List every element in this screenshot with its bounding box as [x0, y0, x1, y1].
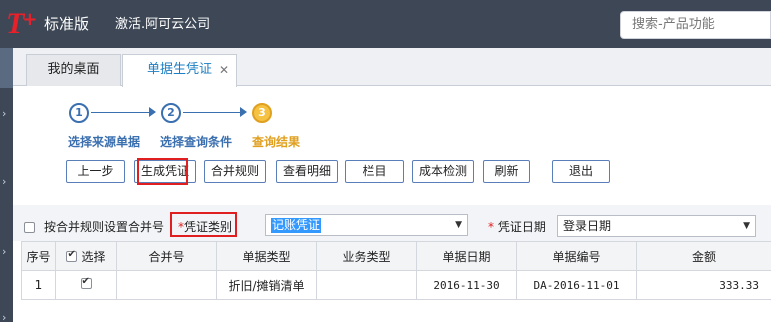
- required-mark: *: [488, 220, 494, 234]
- tab-label: 单据生凭证: [146, 62, 212, 77]
- chevron-down-icon[interactable]: ▼: [743, 219, 750, 233]
- merge-number-label: 按合并规则设置合并号: [44, 220, 165, 234]
- row-doc-no: DA-2016-11-01: [516, 270, 637, 300]
- voucher-type-select[interactable]: 记账凭证 ▼: [265, 214, 468, 236]
- side-nav: › › › ›: [0, 48, 13, 322]
- app-edition: 标准版: [44, 15, 90, 33]
- step-3-circle: 3: [252, 103, 272, 123]
- table-header-row: 序号 选择 合并号 单据类型 业务类型 单据日期 单据编号 金额: [21, 241, 771, 271]
- tab-bar: 我的桌面 单据生凭证 ✕: [13, 48, 771, 87]
- step-2-label: 选择查询条件: [160, 135, 233, 149]
- row-merge-no[interactable]: [116, 270, 217, 300]
- column-header[interactable]: 序号: [21, 241, 56, 271]
- column-header[interactable]: 单据编号: [516, 241, 637, 271]
- app-logo: T +: [0, 8, 37, 40]
- column-header[interactable]: 单据类型: [216, 241, 317, 271]
- cost-check-button[interactable]: 成本检测: [412, 160, 474, 183]
- voucher-type-text: 凭证类别: [184, 220, 233, 234]
- table-row[interactable]: 1 折旧/摊销清单 2016-11-30 DA-2016-11-01 333.3…: [21, 270, 771, 300]
- row-seq: 1: [21, 270, 56, 300]
- select-all-checkbox[interactable]: [66, 249, 78, 262]
- step-1-circle: 1: [69, 103, 89, 123]
- column-header[interactable]: 单据日期: [416, 241, 517, 271]
- voucher-date-label: * 凭证日期: [488, 219, 546, 235]
- tab-desktop[interactable]: 我的桌面: [26, 54, 121, 86]
- voucher-date-text: 凭证日期: [497, 220, 546, 234]
- chevron-right-icon[interactable]: ›: [2, 312, 6, 322]
- side-nav-active-item[interactable]: [0, 48, 13, 88]
- view-detail-button[interactable]: 查看明细: [276, 160, 338, 183]
- voucher-type-label: *凭证类别: [178, 219, 232, 235]
- arrow-right-icon: [240, 107, 247, 117]
- merge-number-checkbox[interactable]: [24, 222, 35, 233]
- voucher-source-table: 序号 选择 合并号 单据类型 业务类型 单据日期 单据编号 金额 1 折旧/摊销…: [21, 241, 771, 300]
- row-select-cell[interactable]: [55, 270, 117, 300]
- prev-step-button[interactable]: 上一步: [66, 160, 125, 183]
- row-doc-type: 折旧/摊销清单: [216, 270, 317, 300]
- column-header[interactable]: 业务类型: [316, 241, 417, 271]
- arrow-right-icon: [149, 107, 156, 117]
- voucher-type-value: 记账凭证: [271, 218, 322, 233]
- row-amount: 333.33: [636, 270, 771, 300]
- row-doc-date: 2016-11-30: [416, 270, 517, 300]
- exit-button[interactable]: 退出: [552, 160, 610, 183]
- step-3-label: 查询结果: [252, 135, 301, 149]
- row-biz-type: [316, 270, 417, 300]
- row-select-checkbox[interactable]: [80, 276, 92, 289]
- voucher-date-value: 登录日期: [563, 219, 612, 233]
- logo-plus-icon: +: [22, 8, 38, 30]
- step-2-circle: 2: [161, 103, 181, 123]
- chevron-down-icon[interactable]: ▼: [455, 218, 462, 232]
- step-connector: [183, 112, 240, 113]
- voucher-date-select[interactable]: 登录日期 ▼: [557, 215, 756, 237]
- chevron-right-icon[interactable]: ›: [2, 108, 6, 120]
- generate-voucher-button[interactable]: 生成凭证: [134, 160, 196, 183]
- column-header-select[interactable]: 选择: [55, 241, 117, 271]
- step-connector: [91, 112, 149, 113]
- search-input[interactable]: 搜索-产品功能: [620, 11, 771, 39]
- columns-button[interactable]: 栏目: [345, 160, 404, 183]
- refresh-button[interactable]: 刷新: [483, 160, 530, 183]
- chevron-right-icon[interactable]: ›: [2, 246, 6, 258]
- company-name[interactable]: 激活.阿可云公司: [115, 16, 210, 34]
- tab-voucher-generation[interactable]: 单据生凭证 ✕: [122, 54, 237, 87]
- column-header-label: 选择: [81, 249, 106, 264]
- step-1-label: 选择来源单据: [68, 135, 141, 149]
- merge-rule-button[interactable]: 合并规则: [204, 160, 266, 183]
- close-icon[interactable]: ✕: [219, 55, 229, 85]
- column-header[interactable]: 金额: [636, 241, 771, 271]
- chevron-right-icon[interactable]: ›: [2, 176, 6, 188]
- column-header[interactable]: 合并号: [116, 241, 217, 271]
- top-bar: T + 标准版 激活.阿可云公司 搜索-产品功能: [0, 0, 771, 48]
